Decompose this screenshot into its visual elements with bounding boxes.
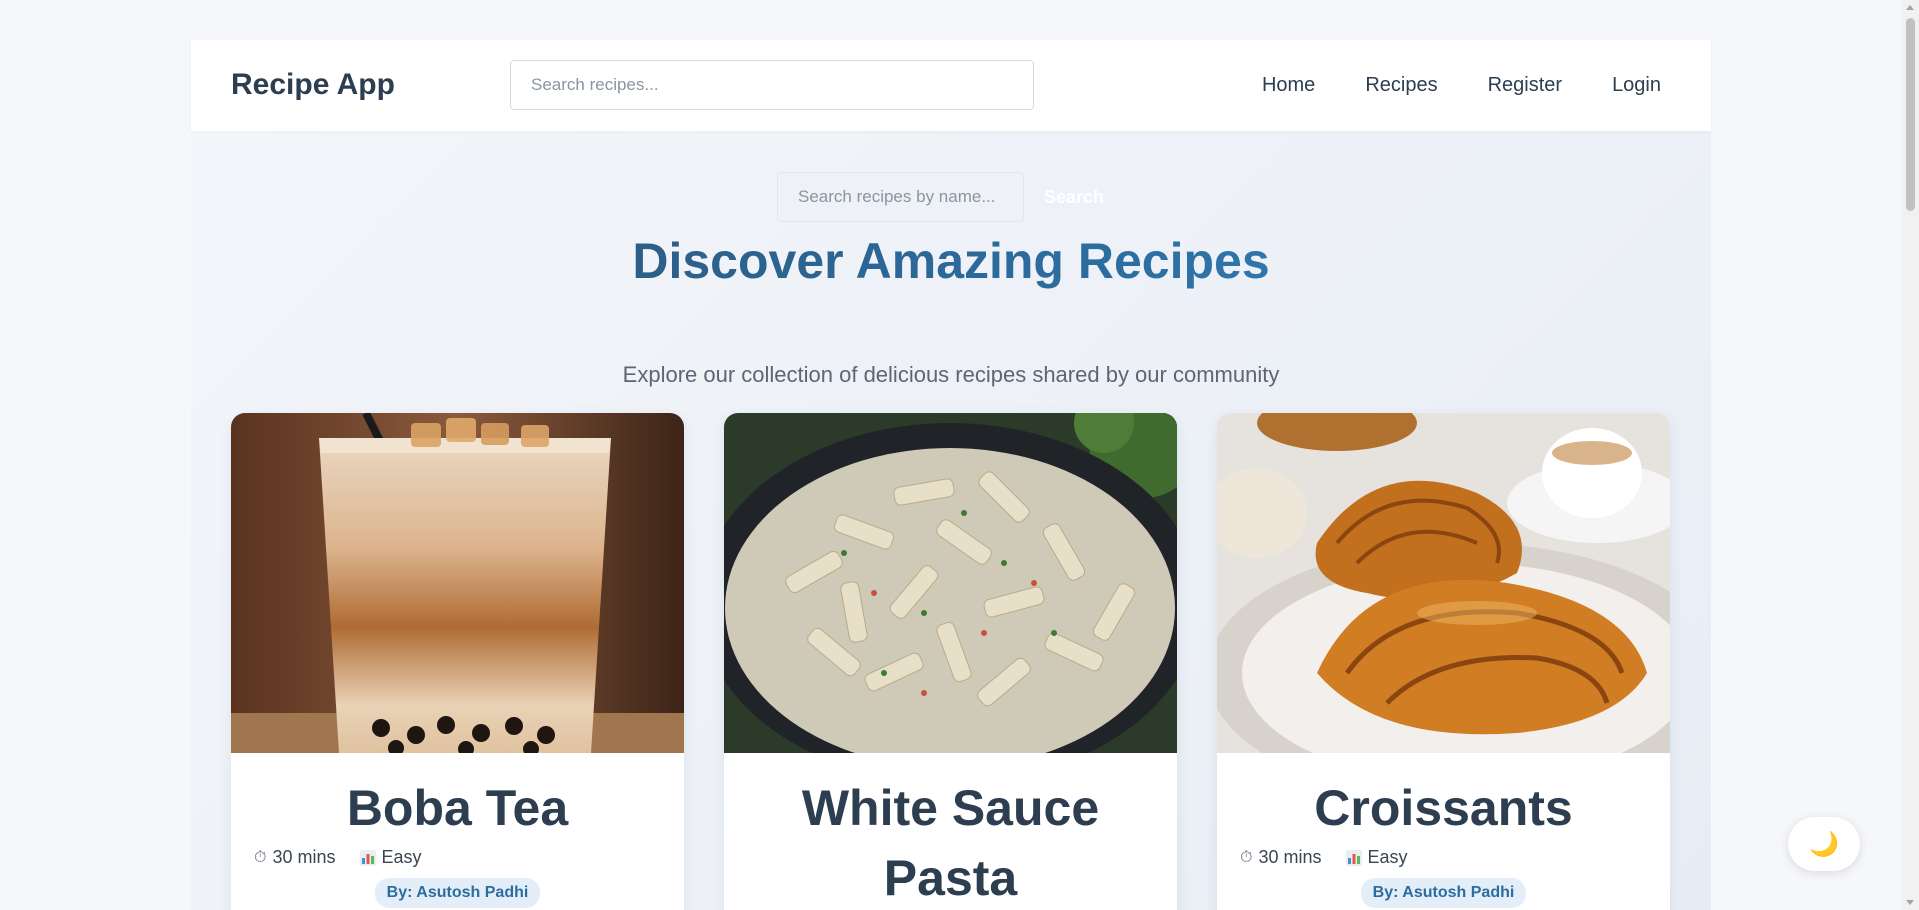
chart-icon	[359, 849, 376, 866]
recipe-time-value: 30 mins	[272, 847, 336, 867]
nav-link-login[interactable]: Login	[1587, 74, 1661, 97]
navbar-search-input[interactable]	[510, 60, 1034, 110]
recipe-title[interactable]: Croissants	[1217, 773, 1670, 843]
page-subtitle: Explore our collection of delicious reci…	[622, 362, 1280, 387]
recipe-card[interactable]: Boba Tea ⏱ 30 mins Easy By: Asutosh Padh	[231, 413, 684, 910]
scroll-thumb[interactable]	[1906, 18, 1915, 211]
scroll-down-arrow-icon[interactable]	[1906, 900, 1914, 905]
recipe-image-white-sauce-pasta	[724, 413, 1177, 753]
recipe-difficulty: Easy	[1345, 847, 1408, 868]
nav-link-home[interactable]: Home	[1237, 74, 1340, 97]
hero-search-button[interactable]: Search	[1044, 187, 1104, 208]
recipe-difficulty-value: Easy	[381, 847, 422, 867]
recipe-difficulty-value: Easy	[1367, 847, 1408, 867]
nav-links: Home Recipes Register Login	[1237, 40, 1661, 131]
hero-search-row: Search	[777, 172, 1104, 222]
recipe-difficulty: Easy	[359, 847, 422, 868]
brand-logo[interactable]: Recipe App	[231, 68, 395, 102]
recipe-card[interactable]: White Sauce Pasta	[724, 413, 1177, 910]
recipe-card-grid: Boba Tea ⏱ 30 mins Easy By: Asutosh Padh	[231, 413, 1670, 910]
recipe-card[interactable]: Croissants ⏱ 30 mins Easy By: Asutosh Pa	[1217, 413, 1670, 910]
scroll-up-arrow-icon[interactable]	[1906, 5, 1914, 10]
author-badge: By: Asutosh Padhi	[374, 878, 541, 908]
recipe-time-value: 30 mins	[1258, 847, 1322, 867]
timer-icon: ⏱	[254, 848, 267, 866]
recipe-image-croissants	[1217, 413, 1670, 753]
scrollbar[interactable]	[1902, 0, 1919, 910]
recipe-title[interactable]: Boba Tea	[231, 773, 684, 843]
recipe-image-boba-tea	[231, 413, 684, 753]
hero-search-input[interactable]	[777, 172, 1024, 222]
recipe-title[interactable]: White Sauce Pasta	[724, 773, 1177, 910]
recipe-time: ⏱ 30 mins	[254, 847, 336, 868]
page-title: Discover Amazing Recipes	[191, 232, 1711, 290]
navbar: Recipe App Home Recipes Register Login	[191, 40, 1711, 131]
theme-toggle-button[interactable]: 🌙	[1788, 817, 1860, 871]
recipe-time: ⏱ 30 mins	[1240, 847, 1322, 868]
nav-link-recipes[interactable]: Recipes	[1340, 74, 1462, 97]
recipe-meta: ⏱ 30 mins Easy	[1217, 847, 1670, 868]
page-container: Recipe App Home Recipes Register Login S…	[191, 40, 1711, 910]
timer-icon: ⏱	[1240, 848, 1253, 866]
chart-icon	[1345, 849, 1362, 866]
nav-link-register[interactable]: Register	[1463, 74, 1587, 97]
recipe-meta: ⏱ 30 mins Easy	[231, 847, 684, 868]
author-badge: By: Asutosh Padhi	[1360, 878, 1527, 908]
